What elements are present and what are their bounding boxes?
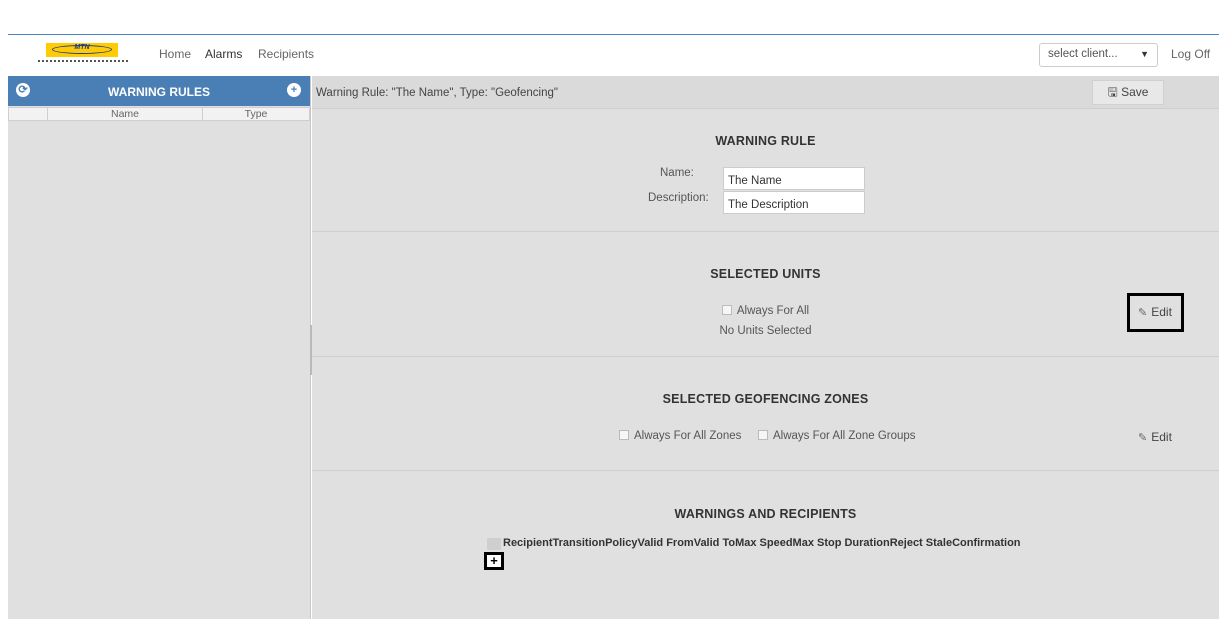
column-header-type[interactable]: Type <box>202 107 310 121</box>
description-label: Description: <box>648 192 709 204</box>
always-for-all-zone-groups-label: Always For All Zone Groups <box>773 430 916 442</box>
sidebar: ⟳ WARNING RULES + Name Type <box>8 76 311 619</box>
zones-edit-label: Edit <box>1151 430 1172 444</box>
geofencing-zones-section: SELECTED GEOFENCING ZONES Always For All… <box>312 357 1219 471</box>
save-button[interactable]: 🖫 Save <box>1092 80 1164 105</box>
edit-icon: ✎ <box>1138 432 1148 444</box>
units-edit-label: Edit <box>1151 305 1172 319</box>
client-select[interactable]: select client... ▼ <box>1039 43 1158 67</box>
warning-rule-section: WARNING RULE Name: Description: <box>312 109 1219 232</box>
column-header-blank <box>8 107 48 121</box>
description-field[interactable] <box>723 191 865 214</box>
warnings-recipients-title: WARNINGS AND RECIPIENTS <box>674 507 857 521</box>
chevron-down-icon: ▼ <box>1140 49 1149 59</box>
geofencing-zones-title: SELECTED GEOFENCING ZONES <box>662 392 869 406</box>
top-navbar: MTN Home Alarms Recipients select client… <box>8 34 1219 76</box>
warnings-recipients-section: WARNINGS AND RECIPIENTS RecipientTransit… <box>312 471 1219 619</box>
selected-units-title: SELECTED UNITS <box>710 267 821 281</box>
edit-icon: ✎ <box>1138 307 1148 319</box>
log-off-link[interactable]: Log Off <box>1171 47 1210 61</box>
logo-text: MTN <box>74 44 90 51</box>
zones-edit-button[interactable]: ✎ Edit <box>1138 430 1172 444</box>
always-for-all-zone-groups-checkbox[interactable]: Always For All Zone Groups <box>758 430 916 442</box>
always-for-all-zones-checkbox[interactable]: Always For All Zones <box>619 430 741 442</box>
client-select-value: select client... <box>1048 48 1118 60</box>
nav-alarms[interactable]: Alarms <box>205 47 242 61</box>
add-recipient-button[interactable]: + <box>484 552 504 570</box>
table-corner-cell <box>487 538 501 550</box>
checkbox-icon <box>721 305 732 315</box>
rule-title-bar: Warning Rule: "The Name", Type: "Geofenc… <box>312 76 1219 109</box>
warning-rule-title: WARNING RULE <box>715 134 816 148</box>
nav-recipients[interactable]: Recipients <box>258 47 314 61</box>
always-for-all-label: Always For All <box>736 305 810 317</box>
recipients-table-header: RecipientTransitionPolicyValid FromValid… <box>503 537 1021 549</box>
save-label: Save <box>1121 85 1149 99</box>
always-for-all-checkbox[interactable]: Always For All <box>312 305 1219 317</box>
add-circle-icon[interactable]: + <box>287 83 301 97</box>
always-for-all-zones-label: Always For All Zones <box>634 430 742 442</box>
nav-home[interactable]: Home <box>159 47 191 61</box>
name-field[interactable] <box>723 167 865 190</box>
main-panel: Warning Rule: "The Name", Type: "Geofenc… <box>312 76 1219 619</box>
sidebar-header: ⟳ WARNING RULES + <box>8 76 310 106</box>
floppy-disk-icon: 🖫 <box>1107 85 1118 99</box>
selected-units-section: SELECTED UNITS Always For All No Units S… <box>312 232 1219 357</box>
checkbox-icon <box>619 430 629 440</box>
name-label: Name: <box>660 167 694 179</box>
sidebar-title: WARNING RULES <box>108 85 210 99</box>
checkbox-icon <box>758 430 768 440</box>
no-units-text: No Units Selected <box>719 325 812 337</box>
units-edit-button[interactable]: ✎ Edit <box>1127 293 1184 332</box>
column-header-name[interactable]: Name <box>47 107 203 121</box>
rule-title-text: Warning Rule: "The Name", Type: "Geofenc… <box>316 87 558 99</box>
mtn-logo[interactable]: MTN <box>38 43 128 69</box>
